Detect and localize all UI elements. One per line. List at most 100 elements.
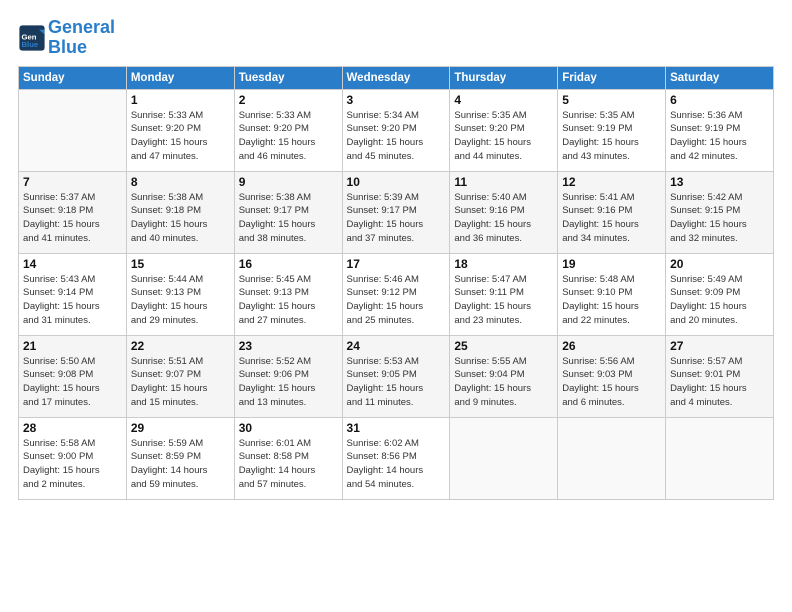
day-info: Sunrise: 5:45 AM Sunset: 9:13 PM Dayligh… bbox=[239, 273, 338, 328]
day-cell: 14Sunrise: 5:43 AM Sunset: 9:14 PM Dayli… bbox=[19, 253, 127, 335]
day-number: 15 bbox=[131, 257, 230, 271]
day-info: Sunrise: 6:01 AM Sunset: 8:58 PM Dayligh… bbox=[239, 437, 338, 492]
day-info: Sunrise: 5:56 AM Sunset: 9:03 PM Dayligh… bbox=[562, 355, 661, 410]
day-info: Sunrise: 5:53 AM Sunset: 9:05 PM Dayligh… bbox=[347, 355, 446, 410]
day-info: Sunrise: 5:49 AM Sunset: 9:09 PM Dayligh… bbox=[670, 273, 769, 328]
day-number: 8 bbox=[131, 175, 230, 189]
day-info: Sunrise: 5:58 AM Sunset: 9:00 PM Dayligh… bbox=[23, 437, 122, 492]
calendar-container: Gen Blue GeneralBlue SundayMondayTuesday… bbox=[0, 0, 792, 612]
week-row: 7Sunrise: 5:37 AM Sunset: 9:18 PM Daylig… bbox=[19, 171, 774, 253]
day-number: 2 bbox=[239, 93, 338, 107]
day-cell: 22 Sunrise: 5:51 AM Sunset: 9:07 PM Dayli… bbox=[126, 335, 234, 417]
day-number: 13 bbox=[670, 175, 769, 189]
day-info: Sunrise: 5:55 AM Sunset: 9:04 PM Dayligh… bbox=[454, 355, 553, 410]
day-cell bbox=[666, 417, 774, 499]
day-number: 31 bbox=[347, 421, 446, 435]
day-number: 22 bbox=[131, 339, 230, 353]
day-cell: 30Sunrise: 6:01 AM Sunset: 8:58 PM Dayli… bbox=[234, 417, 342, 499]
day-info: Sunrise: 5:38 AM Sunset: 9:18 PM Dayligh… bbox=[131, 191, 230, 246]
day-info: Sunrise: 5:42 AM Sunset: 9:15 PM Dayligh… bbox=[670, 191, 769, 246]
day-info: Sunrise: 5:41 AM Sunset: 9:16 PM Dayligh… bbox=[562, 191, 661, 246]
day-number: 19 bbox=[562, 257, 661, 271]
day-cell: 12 Sunrise: 5:41 AM Sunset: 9:16 PM Dayli… bbox=[558, 171, 666, 253]
day-info: Sunrise: 5:38 AM Sunset: 9:17 PM Dayligh… bbox=[239, 191, 338, 246]
day-number: 12 bbox=[562, 175, 661, 189]
day-cell bbox=[558, 417, 666, 499]
day-info: Sunrise: 5:51 AM Sunset: 9:07 PM Dayligh… bbox=[131, 355, 230, 410]
day-info: Sunrise: 6:02 AM Sunset: 8:56 PM Dayligh… bbox=[347, 437, 446, 492]
day-cell: 8 Sunrise: 5:38 AM Sunset: 9:18 PM Daylig… bbox=[126, 171, 234, 253]
col-header-friday: Friday bbox=[558, 66, 666, 89]
week-row: 1 Sunrise: 5:33 AM Sunset: 9:20 PM Daylig… bbox=[19, 89, 774, 171]
day-info: Sunrise: 5:33 AM Sunset: 9:20 PM Dayligh… bbox=[131, 109, 230, 164]
day-info: Sunrise: 5:57 AM Sunset: 9:01 PM Dayligh… bbox=[670, 355, 769, 410]
day-number: 25 bbox=[454, 339, 553, 353]
day-cell: 20 Sunrise: 5:49 AM Sunset: 9:09 PM Dayli… bbox=[666, 253, 774, 335]
day-cell: 13 Sunrise: 5:42 AM Sunset: 9:15 PM Dayli… bbox=[666, 171, 774, 253]
day-cell: 3Sunrise: 5:34 AM Sunset: 9:20 PM Daylig… bbox=[342, 89, 450, 171]
day-info: Sunrise: 5:35 AM Sunset: 9:20 PM Dayligh… bbox=[454, 109, 553, 164]
col-header-monday: Monday bbox=[126, 66, 234, 89]
day-info: Sunrise: 5:48 AM Sunset: 9:10 PM Dayligh… bbox=[562, 273, 661, 328]
day-number: 6 bbox=[670, 93, 769, 107]
day-number: 18 bbox=[454, 257, 553, 271]
day-number: 3 bbox=[347, 93, 446, 107]
day-info: Sunrise: 5:52 AM Sunset: 9:06 PM Dayligh… bbox=[239, 355, 338, 410]
day-info: Sunrise: 5:43 AM Sunset: 9:14 PM Dayligh… bbox=[23, 273, 122, 328]
day-cell: 28 Sunrise: 5:58 AM Sunset: 9:00 PM Dayli… bbox=[19, 417, 127, 499]
day-number: 5 bbox=[562, 93, 661, 107]
day-number: 10 bbox=[347, 175, 446, 189]
day-info: Sunrise: 5:47 AM Sunset: 9:11 PM Dayligh… bbox=[454, 273, 553, 328]
day-cell: 29 Sunrise: 5:59 AM Sunset: 8:59 PM Dayli… bbox=[126, 417, 234, 499]
day-cell: 23Sunrise: 5:52 AM Sunset: 9:06 PM Dayli… bbox=[234, 335, 342, 417]
logo: Gen Blue GeneralBlue bbox=[18, 18, 115, 58]
col-header-thursday: Thursday bbox=[450, 66, 558, 89]
header: Gen Blue GeneralBlue bbox=[18, 18, 774, 58]
day-cell: 2 Sunrise: 5:33 AM Sunset: 9:20 PM Daylig… bbox=[234, 89, 342, 171]
day-info: Sunrise: 5:59 AM Sunset: 8:59 PM Dayligh… bbox=[131, 437, 230, 492]
day-info: Sunrise: 5:39 AM Sunset: 9:17 PM Dayligh… bbox=[347, 191, 446, 246]
week-row: 28 Sunrise: 5:58 AM Sunset: 9:00 PM Dayli… bbox=[19, 417, 774, 499]
day-cell bbox=[19, 89, 127, 171]
day-number: 29 bbox=[131, 421, 230, 435]
day-cell: 10 Sunrise: 5:39 AM Sunset: 9:17 PM Dayli… bbox=[342, 171, 450, 253]
day-cell: 21Sunrise: 5:50 AM Sunset: 9:08 PM Dayli… bbox=[19, 335, 127, 417]
day-cell: 9 Sunrise: 5:38 AM Sunset: 9:17 PM Daylig… bbox=[234, 171, 342, 253]
day-cell: 24 Sunrise: 5:53 AM Sunset: 9:05 PM Dayli… bbox=[342, 335, 450, 417]
day-cell: 31 Sunrise: 6:02 AM Sunset: 8:56 PM Dayli… bbox=[342, 417, 450, 499]
day-info: Sunrise: 5:46 AM Sunset: 9:12 PM Dayligh… bbox=[347, 273, 446, 328]
day-info: Sunrise: 5:37 AM Sunset: 9:18 PM Dayligh… bbox=[23, 191, 122, 246]
col-header-wednesday: Wednesday bbox=[342, 66, 450, 89]
day-number: 20 bbox=[670, 257, 769, 271]
logo-icon: Gen Blue bbox=[18, 24, 46, 52]
day-cell: 16 Sunrise: 5:45 AM Sunset: 9:13 PM Dayli… bbox=[234, 253, 342, 335]
day-number: 9 bbox=[239, 175, 338, 189]
day-cell: 26Sunrise: 5:56 AM Sunset: 9:03 PM Dayli… bbox=[558, 335, 666, 417]
day-number: 11 bbox=[454, 175, 553, 189]
day-cell: 18 Sunrise: 5:47 AM Sunset: 9:11 PM Dayli… bbox=[450, 253, 558, 335]
col-header-tuesday: Tuesday bbox=[234, 66, 342, 89]
logo-text: GeneralBlue bbox=[48, 18, 115, 58]
day-cell: 11Sunrise: 5:40 AM Sunset: 9:16 PM Dayli… bbox=[450, 171, 558, 253]
day-info: Sunrise: 5:44 AM Sunset: 9:13 PM Dayligh… bbox=[131, 273, 230, 328]
day-cell: 25 Sunrise: 5:55 AM Sunset: 9:04 PM Dayli… bbox=[450, 335, 558, 417]
day-cell: 5Sunrise: 5:35 AM Sunset: 9:19 PM Daylig… bbox=[558, 89, 666, 171]
day-number: 24 bbox=[347, 339, 446, 353]
day-cell: 27 Sunrise: 5:57 AM Sunset: 9:01 PM Dayli… bbox=[666, 335, 774, 417]
calendar-table: SundayMondayTuesdayWednesdayThursdayFrid… bbox=[18, 66, 774, 500]
day-info: Sunrise: 5:33 AM Sunset: 9:20 PM Dayligh… bbox=[239, 109, 338, 164]
day-number: 27 bbox=[670, 339, 769, 353]
day-cell: 7Sunrise: 5:37 AM Sunset: 9:18 PM Daylig… bbox=[19, 171, 127, 253]
day-number: 28 bbox=[23, 421, 122, 435]
day-number: 1 bbox=[131, 93, 230, 107]
day-cell: 19 Sunrise: 5:48 AM Sunset: 9:10 PM Dayli… bbox=[558, 253, 666, 335]
svg-text:Blue: Blue bbox=[22, 40, 39, 49]
day-number: 16 bbox=[239, 257, 338, 271]
day-cell: 1 Sunrise: 5:33 AM Sunset: 9:20 PM Daylig… bbox=[126, 89, 234, 171]
day-cell: 15 Sunrise: 5:44 AM Sunset: 9:13 PM Dayli… bbox=[126, 253, 234, 335]
day-info: Sunrise: 5:50 AM Sunset: 9:08 PM Dayligh… bbox=[23, 355, 122, 410]
day-number: 4 bbox=[454, 93, 553, 107]
week-row: 14Sunrise: 5:43 AM Sunset: 9:14 PM Dayli… bbox=[19, 253, 774, 335]
header-row: SundayMondayTuesdayWednesdayThursdayFrid… bbox=[19, 66, 774, 89]
day-cell: 4 Sunrise: 5:35 AM Sunset: 9:20 PM Daylig… bbox=[450, 89, 558, 171]
